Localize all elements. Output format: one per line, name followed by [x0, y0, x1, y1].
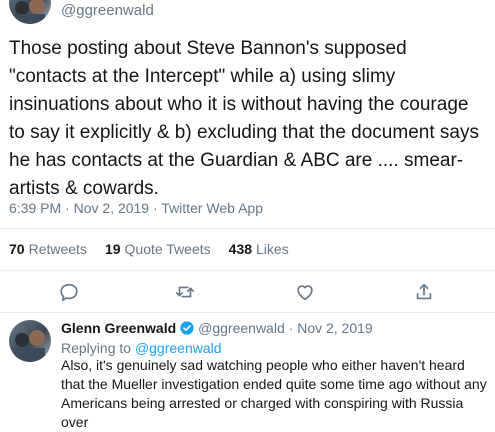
quote-tweets-stat[interactable]: 19 Quote Tweets [105, 241, 211, 257]
divider [0, 228, 495, 229]
reply-avatar[interactable] [9, 320, 51, 362]
avatar[interactable] [9, 0, 51, 24]
reply-icon[interactable] [58, 281, 80, 303]
action-bar [0, 281, 495, 305]
tweet-time[interactable]: 6:39 PM [9, 200, 61, 216]
reply-date[interactable]: Nov 2, 2019 [297, 320, 373, 336]
tweet-stats: 70 Retweets 19 Quote Tweets 438 Likes [9, 241, 289, 257]
like-icon[interactable] [294, 281, 316, 303]
replying-to-link[interactable]: @ggreenwald [135, 340, 222, 356]
reply-author-handle[interactable]: @ggreenwald [198, 320, 285, 336]
divider [0, 270, 495, 271]
retweets-stat[interactable]: 70 Retweets [9, 241, 87, 257]
divider [0, 312, 495, 313]
share-icon[interactable] [413, 281, 435, 303]
replying-to: Replying to @ggreenwald [61, 340, 222, 356]
verified-badge-icon [179, 320, 195, 336]
likes-stat[interactable]: 438 Likes [229, 241, 289, 257]
tweet-meta: 6:39 PM · Nov 2, 2019 · Twitter Web App [9, 200, 263, 216]
retweet-icon[interactable] [174, 281, 196, 303]
tweet-date[interactable]: Nov 2, 2019 [74, 200, 150, 216]
reply-header: Glenn Greenwald @ggreenwald · Nov 2, 2019 [61, 320, 373, 336]
tweet-source-app[interactable]: Twitter Web App [161, 200, 263, 216]
tweet-text: Those posting about Steve Bannon's suppo… [9, 38, 479, 199]
author-handle[interactable]: @ggreenwald [61, 2, 154, 19]
reply-author-name[interactable]: Glenn Greenwald [61, 320, 176, 336]
reply-text: Also, it's genuinely sad watching people… [61, 357, 487, 430]
